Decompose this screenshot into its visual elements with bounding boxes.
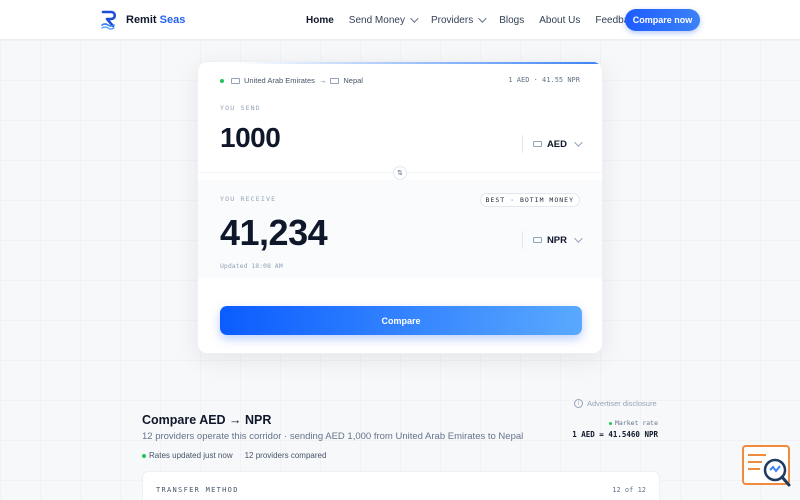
receive-currency-select[interactable]: NPR [521,231,583,249]
nav-link-providers[interactable]: Providers [431,14,487,26]
send-currency-select[interactable]: AED [521,135,583,153]
info-icon: i [574,399,583,408]
rates-updated-status: Rates updated just now [142,451,233,460]
advertiser-disclosure-link[interactable]: i Advertiser disclosure [574,399,657,408]
converter-card: United Arab Emirates → Nepal 1 AED · 41.… [197,61,603,354]
swap-icon[interactable]: ⇅ [393,166,407,180]
market-rate-value: 1 AED = 41.5460 NPR [572,430,658,439]
receive-amount: 41,234 [220,212,328,253]
flag-nepal-icon [532,237,542,243]
arrow-icon: → [318,76,327,85]
rate-summary: 1 AED · 41.55 NPR [508,76,580,84]
live-dot-icon [220,78,224,83]
logo-mark-icon [101,10,117,30]
chat-search-icon[interactable] [742,445,792,489]
nav-link-home[interactable]: Home [306,15,334,26]
providers-table-header: TRANSFER METHOD 12 of 12 [142,471,660,500]
flag-uae-icon [532,141,542,147]
nav-links: Home Send Money Providers Blogs About Us… [306,0,639,40]
providers-count: 12 providers compared [244,451,327,460]
receive-currency-code: NPR [546,234,567,246]
send-currency-code: AED [546,138,567,150]
chevron-down-icon [478,14,487,23]
logo-text: Remit Seas [126,14,186,26]
from-country: United Arab Emirates [244,76,315,85]
corridor-label: United Arab Emirates → Nepal [220,76,363,85]
to-country: Nepal [343,76,363,85]
send-amount-input[interactable]: 1000 [220,122,281,154]
send-label: YOU SEND [220,104,261,112]
compare-button[interactable]: Compare [220,306,582,335]
best-provider-badge: BEST · BOTIM MONEY [479,193,580,207]
results-count: 12 of 12 [612,486,646,494]
flag-uae-icon [231,77,240,84]
market-rate-label: Market rate [572,419,658,427]
card-accent-line [238,62,602,64]
nav-link-send-money[interactable]: Send Money [349,14,419,26]
top-navbar: Remit Seas Home Send Money Providers Blo… [0,0,800,40]
logo[interactable]: Remit Seas [100,10,185,30]
status-row: Rates updated just now 12 providers comp… [142,451,326,460]
disclosure-label: Advertiser disclosure [587,399,657,408]
live-dot-icon [608,422,612,425]
chevron-down-icon [410,14,419,23]
live-dot-icon [142,454,146,458]
chevron-down-icon [574,138,583,147]
transfer-method-column[interactable]: TRANSFER METHOD [156,486,239,494]
flag-nepal-icon [330,77,340,84]
section-title: Compare AED → NPR [142,413,272,427]
nav-link-blogs[interactable]: Blogs [499,15,524,26]
updated-time: Updated 18:08 AM [220,262,283,270]
market-rate: Market rate 1 AED = 41.5460 NPR [572,419,658,439]
nav-link-about-us[interactable]: About Us [539,15,580,26]
section-subtitle: 12 providers operate this corridor · sen… [142,431,524,442]
receive-label: YOU RECEIVE [220,195,277,203]
compare-now-button[interactable]: Compare now [625,9,700,31]
